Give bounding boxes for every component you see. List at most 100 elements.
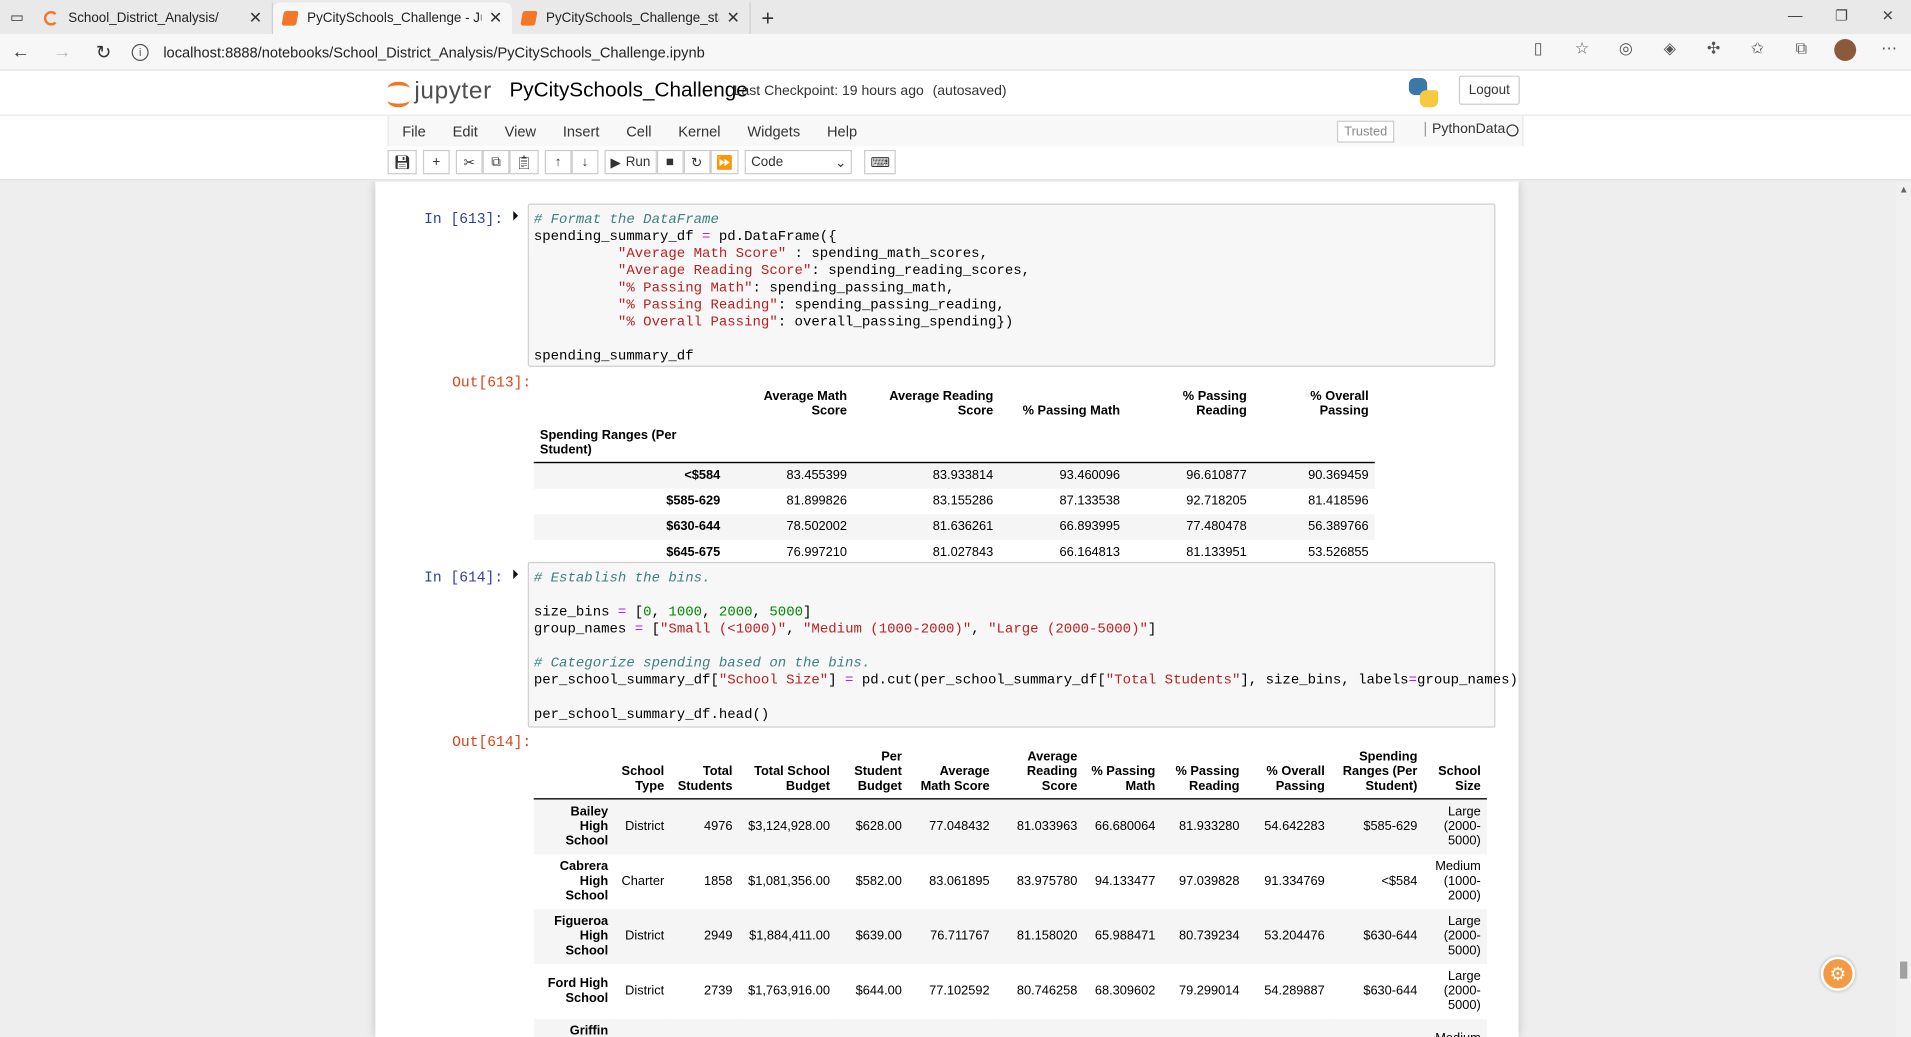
minimize-icon[interactable]: — — [1772, 0, 1818, 32]
table-cell: 68.309602 — [1094, 983, 1156, 999]
table-cell: 53.204476 — [1264, 928, 1325, 944]
notebook-name[interactable]: PyCitySchools_Challenge — [509, 78, 747, 102]
avatar[interactable] — [1823, 39, 1867, 65]
logout-button[interactable]: Logout — [1458, 75, 1520, 105]
column-header: Total Students — [670, 744, 739, 800]
autosave-text: (autosaved) — [932, 84, 1007, 99]
collections-icon[interactable]: ◈ — [1648, 39, 1692, 65]
tab-pycity-challenge[interactable]: PyCitySchools_Challenge - Jupyter ✕ — [273, 2, 512, 35]
table-cell: $3,124,928.00 — [748, 819, 830, 834]
close-window-icon[interactable]: ✕ — [1865, 0, 1911, 32]
more-icon[interactable]: ⋯ — [1867, 39, 1911, 65]
address-bar: ← → ↻ i localhost:8888/notebooks/School_… — [0, 34, 1911, 71]
notebook-container: In [613]: ⏵ # Format the DataFrame spend… — [375, 181, 1519, 1037]
header-spacer — [534, 384, 727, 423]
run-cell-icon[interactable]: ⏵ — [512, 568, 519, 584]
menu-widgets[interactable]: Widgets — [734, 122, 814, 139]
table-row: <$584 83.455399 83.933814 93.460096 96.6… — [533, 462, 1375, 489]
url-field[interactable]: i localhost:8888/notebooks/School_Distri… — [131, 37, 1509, 66]
kernel-name[interactable]: PythonData — [1424, 121, 1505, 137]
run-button[interactable]: ▶ Run — [604, 149, 657, 175]
new-tab-button[interactable]: + — [751, 2, 785, 34]
menu-help[interactable]: Help — [814, 122, 871, 139]
table-cell: Large (2000-5000) — [1443, 968, 1481, 1013]
jupyter-logo[interactable]: jupyter — [387, 78, 492, 107]
jupyter-header: jupyter PyCitySchools_Challenge Last Che… — [0, 70, 1911, 115]
column-header: Average Math Score — [763, 388, 848, 419]
tab-actions-icon[interactable]: ▭ — [0, 0, 34, 34]
scrollbar[interactable]: ▲ — [1896, 181, 1911, 1037]
table-cell: 97.039828 — [1178, 873, 1240, 889]
menu-insert[interactable]: Insert — [549, 122, 612, 139]
menu-cell[interactable]: Cell — [613, 122, 665, 139]
cut-icon[interactable]: ✂ — [455, 149, 483, 175]
save-icon[interactable]: 💾︎ — [387, 149, 417, 175]
input-prompt: In [614]: — [424, 569, 504, 587]
row-index: Griffin High — [569, 1023, 609, 1037]
cell-type-select[interactable]: Code ⌄ — [745, 149, 853, 175]
table-cell: Large (2000-5000) — [1443, 914, 1481, 958]
keyboard-icon[interactable]: ⌨ — [864, 149, 897, 175]
menu-file[interactable]: File — [389, 122, 439, 139]
tab-title: PyCitySchools_Challenge_starter — [546, 10, 719, 26]
tab-school-district[interactable]: School_District_Analysis/ ✕ — [34, 2, 273, 35]
reader-icon[interactable]: ▯ — [1516, 39, 1560, 65]
run-label: Run — [625, 154, 651, 170]
table-cell — [996, 1018, 1084, 1037]
column-header: Average Math Score — [907, 744, 996, 800]
move-up-icon[interactable]: ↑ — [544, 149, 572, 175]
refresh-icon[interactable]: ↻ — [83, 41, 124, 63]
table-cell: 81.033963 — [1016, 819, 1078, 834]
table-cell: District — [625, 928, 665, 944]
puzzle-icon[interactable]: ✣ — [1692, 39, 1736, 65]
extension-icon[interactable]: ◎ — [1604, 39, 1648, 65]
tab-strip: ▭ School_District_Analysis/ ✕ PyCityScho… — [0, 0, 1911, 35]
row-index: <$584 — [684, 468, 721, 483]
table-cell: District — [625, 983, 665, 999]
back-icon[interactable]: ← — [0, 41, 41, 62]
notebook-area[interactable]: In [613]: ⏵ # Format the DataFrame spend… — [0, 181, 1911, 1037]
row-index: Ford High School — [547, 976, 609, 1006]
stop-icon[interactable]: ■ — [656, 149, 684, 175]
row-index: $585-629 — [666, 493, 721, 509]
copy-icon[interactable]: ⧉ — [482, 149, 510, 175]
restart-run-all-icon[interactable]: ⏩ — [710, 149, 739, 175]
tabs-icon[interactable]: ⧉ — [1779, 39, 1823, 65]
run-cell-icon[interactable]: ⏵ — [512, 210, 519, 226]
menu-view[interactable]: View — [491, 122, 549, 139]
column-header: % Passing Math — [1022, 403, 1121, 419]
trusted-indicator[interactable]: Trusted — [1336, 120, 1395, 143]
menu-kernel[interactable]: Kernel — [665, 122, 734, 139]
table-cell: 54.642283 — [1264, 819, 1325, 834]
table-cell: 56.389766 — [1308, 519, 1369, 534]
table-cell: 1858 — [703, 873, 733, 889]
forward-icon[interactable]: → — [41, 41, 82, 62]
restore-icon[interactable]: ❐ — [1818, 0, 1864, 32]
close-icon[interactable]: ✕ — [489, 9, 502, 29]
helper-widget-icon[interactable]: ⚙ — [1820, 956, 1855, 991]
paste-icon[interactable]: 📋︎ — [509, 149, 539, 175]
table-cell — [614, 1018, 670, 1037]
move-down-icon[interactable]: ↓ — [571, 149, 599, 175]
info-icon[interactable]: i — [131, 43, 149, 61]
column-header: School Type — [614, 744, 671, 800]
jupyter-logo-icon — [387, 79, 410, 107]
menu-edit[interactable]: Edit — [439, 122, 491, 139]
checkpoint-text: Last Checkpoint: 19 hours ago — [733, 84, 924, 99]
code-cell-614[interactable]: # Establish the bins. size_bins = [0, 10… — [527, 561, 1518, 728]
close-icon[interactable]: ✕ — [249, 9, 262, 29]
insert-cell-icon[interactable]: + — [422, 149, 450, 175]
scrollbar-thumb[interactable] — [1900, 961, 1908, 979]
restart-icon[interactable]: ↻ — [683, 149, 711, 175]
favorites-icon[interactable]: ✩ — [1736, 39, 1780, 65]
column-header: % Overall Passing — [1310, 388, 1369, 419]
scroll-up-icon[interactable]: ▲ — [1899, 184, 1909, 195]
close-icon[interactable]: ✕ — [726, 9, 739, 29]
favorite-icon[interactable]: ☆ — [1560, 39, 1604, 65]
code-cell-613[interactable]: # Format the DataFrame spending_summary_… — [527, 203, 1496, 367]
tab-pycity-starter[interactable]: PyCitySchools_Challenge_starter ✕ — [512, 2, 751, 35]
table-cell: 83.061895 — [929, 873, 990, 889]
table-cell: $1,884,411.00 — [749, 928, 830, 944]
table-row: Griffin High Medium — [533, 1018, 1487, 1037]
table-cell: 78.502002 — [786, 519, 848, 534]
